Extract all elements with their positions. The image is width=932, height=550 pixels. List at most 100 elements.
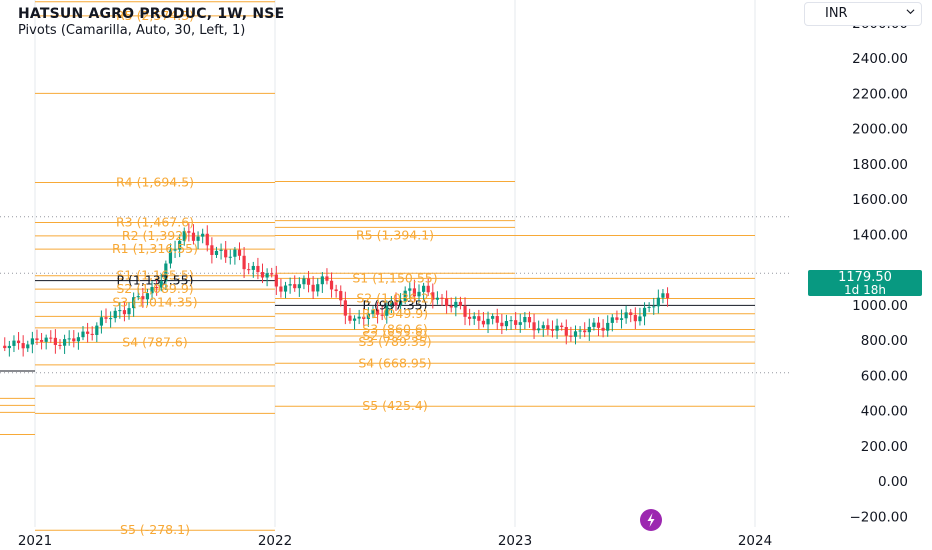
x-tick-label: 2023 [498,533,532,549]
candle-body [302,278,306,285]
candle-body [251,265,255,270]
candle-body [518,322,522,325]
candle-body [210,245,214,255]
candle-body [610,317,614,323]
candle-body [615,317,619,320]
candle-body [647,306,651,308]
candle-body [472,316,476,319]
candle-body [214,250,219,255]
candle-body [81,331,85,338]
pivot-label: S5 (-278.1) [120,522,190,537]
candle-body [343,300,347,316]
candle-body [62,339,67,346]
pivot-label: R1 (1,316.55) [112,241,198,256]
pivot-label: S3 (1,014.35) [112,294,197,309]
candle-body [3,345,7,349]
candle-body [334,289,338,292]
candle-body [311,284,315,292]
candle-body [224,249,228,258]
candle-body [260,272,265,278]
pivot-label: S1 (1,150.55) [352,270,437,285]
candlesticks [3,223,670,357]
candle-body [90,333,94,335]
candle-body [587,326,591,333]
candle-body [665,293,670,299]
candle-body [339,291,343,301]
candle-body [256,265,260,273]
candle-body [306,278,311,285]
candle-body [629,312,633,316]
candle-body [495,316,499,323]
y-tick-label: 400.00 [861,404,908,420]
chart-legend: HATSUN AGRO PRODUC, 1W, NSE Pivots (Cama… [18,6,284,38]
candle-body [279,286,283,292]
candle-body [274,274,278,287]
y-tick-label: 2400.00 [852,51,908,67]
candle-body [288,284,292,286]
candle-body [228,256,232,258]
currency-selector[interactable]: INR [804,2,922,26]
candle-body [201,233,205,237]
candle-body [49,337,53,339]
candle-body [458,301,463,306]
candle-body [537,328,541,331]
lightning-button[interactable] [640,509,662,531]
candle-body [283,285,288,292]
candle-body [601,327,605,331]
candle-body [293,284,297,289]
y-tick-label: 600.00 [861,368,908,384]
pivot-label: R5 (1,394.1) [356,227,434,242]
x-tick-label: 2022 [258,533,292,549]
candle-body [633,315,637,322]
candle-body [578,330,582,332]
candle-body [550,329,555,331]
pivot-label: R1 (949.9) [362,306,428,321]
candle-body [491,316,495,319]
candle-body [481,320,486,325]
candle-body [477,316,481,321]
y-tick-label: 1400.00 [852,227,908,243]
candle-body [44,337,48,342]
candle-body [205,233,209,246]
y-tick-label: 2000.00 [852,122,908,138]
pivot-levels [0,1,755,531]
candle-body [16,340,21,344]
candle-body [624,312,628,319]
candle-body [237,249,242,256]
candle-body [445,298,449,307]
indicator-title[interactable]: Pivots (Camarilla, Auto, 30, Left, 1) [18,23,284,38]
candle-body [555,325,559,331]
candle-body [652,306,656,308]
symbol-title[interactable]: HATSUN AGRO PRODUC, 1W, NSE [18,6,284,22]
candle-body [35,338,39,340]
candle-body [514,320,518,325]
candle-body [233,249,237,257]
candle-body [219,249,223,251]
candle-body [7,345,11,349]
candle-body [463,305,467,317]
pivot-label: S4 (668.95) [358,355,431,370]
x-tick-label: 2021 [18,533,52,549]
y-tick-label: 800.00 [861,333,908,349]
candle-body [357,316,361,319]
candle-body [99,317,104,326]
candle-body [39,339,44,342]
pivot-label: R4 (1,694.5) [116,175,194,190]
candle-body [592,322,596,327]
candle-body [21,343,25,349]
y-tick-label: 0.00 [878,474,908,490]
candle-body [76,337,80,342]
candle-body [109,318,113,320]
price-chart[interactable]: R5 (2,574.3)R4 (1,694.5)R3 (1,467.6)R2 (… [0,0,932,550]
candle-body [435,297,440,300]
candle-body [504,321,509,327]
candle-body [297,284,301,289]
candle-body [30,338,34,345]
candle-body [316,284,320,292]
candle-body [67,338,71,340]
candle-body [486,318,490,325]
candle-body [352,318,357,321]
candle-body [642,307,647,317]
y-tick-label: 1000.00 [852,298,908,314]
candle-body [348,315,352,321]
